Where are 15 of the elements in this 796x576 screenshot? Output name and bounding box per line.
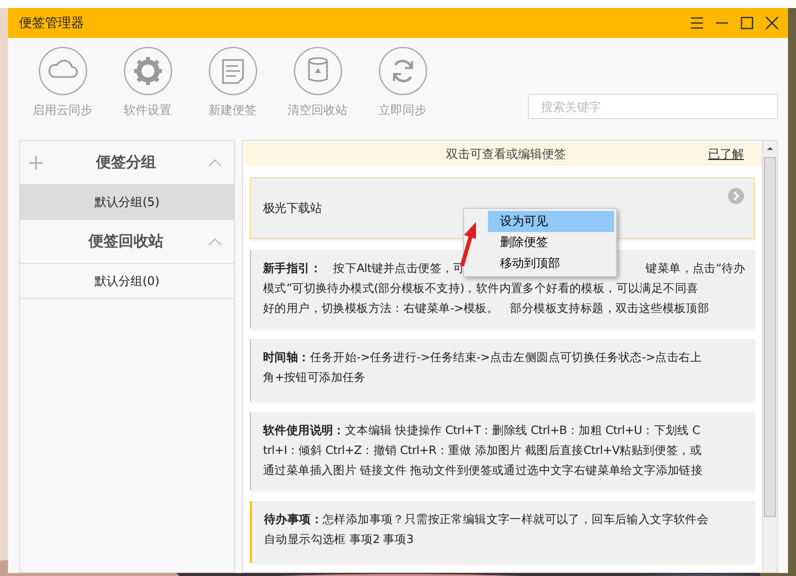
- section-title: 便签回收站: [87, 232, 164, 251]
- note-text: 待办事项：怎样添加事项？只需按正常编辑文字一样就可以了，回车后输入文字软件会: [264, 511, 709, 528]
- note-text: 自动显示勾选框 事项2 事项3: [264, 531, 414, 548]
- note-text: 角+按钮可添加任务: [263, 369, 366, 386]
- note-text: 极光下载站: [263, 200, 322, 217]
- section-title: 便签分组: [94, 153, 157, 172]
- note-text: trl+I：倾斜 Ctrl+Z：撤销 Ctrl+R：重做 添加图片 截图后直接Ctrl+V粘贴到便签，或: [263, 442, 702, 459]
- note-text: 好的用户，切换模板方法：右键菜单->模板。 部分模板支持标题，双击这些模板顶部: [263, 300, 710, 317]
- note-text: 软件使用说明：文本编辑 快捷操作 Ctrl+T：删除线 Ctrl+B：加粗 Ctrl+U：下划线 C: [263, 422, 700, 439]
- note-text: 模式”可切换待办模式(部分模板不支持)，软件内置多个好看的模板，可以满足不同喜: [263, 280, 698, 297]
- notice-text: 双击可查看或编辑便签: [445, 146, 567, 162]
- window-title: 便签管理器: [19, 15, 85, 32]
- note-text: 时间轴：任务开始->任务进行->任务结束->点击左侧圆点可切换任务状态->点击右上: [263, 349, 702, 366]
- note-text: 键菜单，点击“待办: [646, 260, 745, 277]
- note-text: 通过菜单插入图片 链接文件 拖动文件到便签或通过选中文字右键菜单给文字添加链接: [263, 462, 703, 479]
